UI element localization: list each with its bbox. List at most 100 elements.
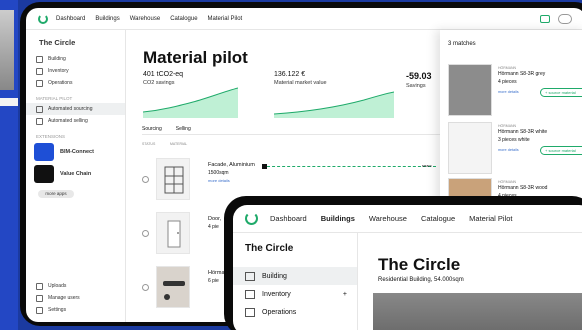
kpi-value: 401 tCO2-eq — [143, 71, 184, 78]
facade-thumbnail — [156, 158, 190, 200]
sparkline-co2 — [143, 87, 238, 118]
inventory-icon — [245, 289, 255, 299]
front-tablet-screen: Dashboard Buildings Warehouse Catalogue … — [233, 205, 582, 330]
bim-connect-icon — [34, 143, 54, 161]
sidebar-item-label: Operations — [48, 80, 73, 86]
extension-bim-connect[interactable]: BIM-Connect — [26, 141, 125, 163]
search-icon[interactable] — [142, 176, 149, 183]
add-icon[interactable]: + — [343, 291, 347, 298]
sidebar-item-uploads[interactable]: Uploads — [26, 280, 125, 292]
match-name: Hörmann S8-3R wood — [498, 185, 548, 191]
gear-icon — [36, 306, 43, 314]
more-details-link[interactable]: more details — [498, 148, 519, 152]
match-name: Hörmann S8-3R white — [498, 129, 548, 135]
progress-node — [262, 164, 267, 169]
sidebar-item-operations[interactable]: Operations — [233, 303, 357, 321]
sidebar-item-automated-sourcing[interactable]: Automated sourcing — [26, 103, 125, 115]
kpi-value: -59.03 — [406, 71, 432, 81]
nav-dashboard[interactable]: Dashboard — [270, 214, 307, 223]
match-brand: HÖRMANN — [498, 180, 517, 184]
project-name: The Circle — [39, 38, 76, 47]
nav-buildings[interactable]: Buildings — [95, 16, 119, 22]
sidebar-item-manage-users[interactable]: Manage users — [26, 292, 125, 304]
nav-catalogue[interactable]: Catalogue — [421, 214, 455, 223]
sidebar-item-inventory[interactable]: Inventory — [26, 65, 125, 77]
sidebar-item-label: Building — [262, 272, 287, 280]
operations-icon — [36, 79, 43, 87]
sidebar-item-building[interactable]: Building — [26, 53, 125, 65]
sidebar-item-label: Settings — [48, 307, 67, 313]
match-name: Hörmann S8-3R grey — [498, 71, 546, 77]
match-brand: HÖRMANN — [498, 66, 517, 70]
source-material-button[interactable]: + source material — [540, 146, 582, 155]
sidebar-item-settings[interactable]: Settings — [26, 304, 125, 316]
match-card[interactable]: HÖRMANN Hörmann S8-3R white 3 pieces whi… — [448, 122, 582, 174]
inventory-icon — [36, 67, 43, 75]
handle-thumbnail — [156, 266, 190, 308]
nav-warehouse[interactable]: Warehouse — [130, 16, 160, 22]
more-apps-button[interactable]: more apps — [38, 190, 74, 198]
project-name: The Circle — [245, 243, 294, 254]
sidebar-item-automated-selling[interactable]: Automated selling — [26, 115, 125, 127]
column-header-material: MATERIAL — [170, 142, 188, 146]
match-card[interactable]: HÖRMANN Hörmann S8-3R grey 4 pieces more… — [448, 64, 582, 116]
selling-icon — [36, 117, 43, 125]
nav-material-pilot[interactable]: Material Pilot — [208, 16, 243, 22]
progress-label: searc — [422, 163, 432, 168]
sidebar-item-operations[interactable]: Operations — [26, 77, 125, 89]
nav-dashboard[interactable]: Dashboard — [56, 16, 85, 22]
background-photo — [0, 10, 14, 90]
users-icon — [36, 294, 43, 302]
user-menu-icon[interactable] — [558, 13, 572, 24]
material-name: Facade, Aluminium — [208, 162, 255, 168]
match-brand: HÖRMANN — [498, 124, 517, 128]
material-name: Hörma — [208, 270, 225, 276]
app-logo-icon[interactable] — [38, 13, 48, 24]
top-navigation: Dashboard Buildings Warehouse Catalogue … — [26, 8, 582, 30]
sidebar-item-inventory[interactable]: Inventory + — [233, 285, 357, 303]
page-title: Material pilot — [143, 48, 248, 67]
extension-value-chain[interactable]: Value Chain — [26, 163, 125, 185]
sidebar-item-label: Operations — [262, 308, 297, 316]
extension-label: Value Chain — [60, 171, 92, 177]
sidebar-item-label: Uploads — [48, 283, 67, 289]
nav-warehouse[interactable]: Warehouse — [369, 214, 407, 223]
chat-icon[interactable] — [540, 14, 550, 23]
nav-material-pilot[interactable]: Material Pilot — [469, 214, 512, 223]
sourcing-progress — [262, 164, 436, 169]
sidebar-item-label: Inventory — [262, 290, 291, 298]
front-top-navigation: Dashboard Buildings Warehouse Catalogue … — [233, 205, 582, 233]
front-sidebar: The Circle Building Inventory + Operation… — [233, 233, 358, 330]
match-quantity: 4 pieces — [498, 79, 517, 85]
search-icon[interactable] — [142, 230, 149, 237]
match-quantity: 3 pieces white — [498, 137, 530, 143]
upload-icon — [36, 282, 43, 290]
door-white-image — [448, 122, 492, 174]
door-thumbnail — [156, 212, 190, 254]
kpi-label: Savings — [406, 83, 426, 89]
column-header-status: STATUS — [142, 142, 156, 146]
sidebar-item-label: Automated sourcing — [48, 106, 93, 112]
matches-title: 3 matches — [448, 41, 476, 47]
nav-buildings[interactable]: Buildings — [321, 214, 355, 223]
nav-catalogue[interactable]: Catalogue — [170, 16, 197, 22]
more-details-link[interactable]: more details — [208, 178, 230, 183]
background-scenery — [0, 0, 18, 330]
search-icon[interactable] — [142, 284, 149, 291]
material-quantity: 4 pie — [208, 224, 219, 230]
building-subtitle: Residential Building, 54.000sqm — [378, 277, 464, 283]
sourcing-icon — [36, 105, 43, 113]
building-icon — [245, 271, 255, 281]
extension-label: BIM-Connect — [60, 149, 94, 155]
sidebar-item-label: Building — [48, 56, 66, 62]
sidebar-item-label: Manage users — [48, 295, 80, 301]
door-grey-image — [448, 64, 492, 116]
app-logo-icon[interactable] — [245, 212, 258, 225]
sidebar-item-building[interactable]: Building — [233, 267, 357, 285]
background-bar — [0, 98, 18, 106]
section-material-pilot: MATERIAL PILOT — [36, 96, 73, 101]
kpi-value: 136.122 € — [274, 71, 306, 78]
material-quantity: 1500sqm — [208, 170, 229, 176]
more-details-link[interactable]: more details — [498, 90, 519, 94]
source-material-button[interactable]: + source material — [540, 88, 582, 97]
